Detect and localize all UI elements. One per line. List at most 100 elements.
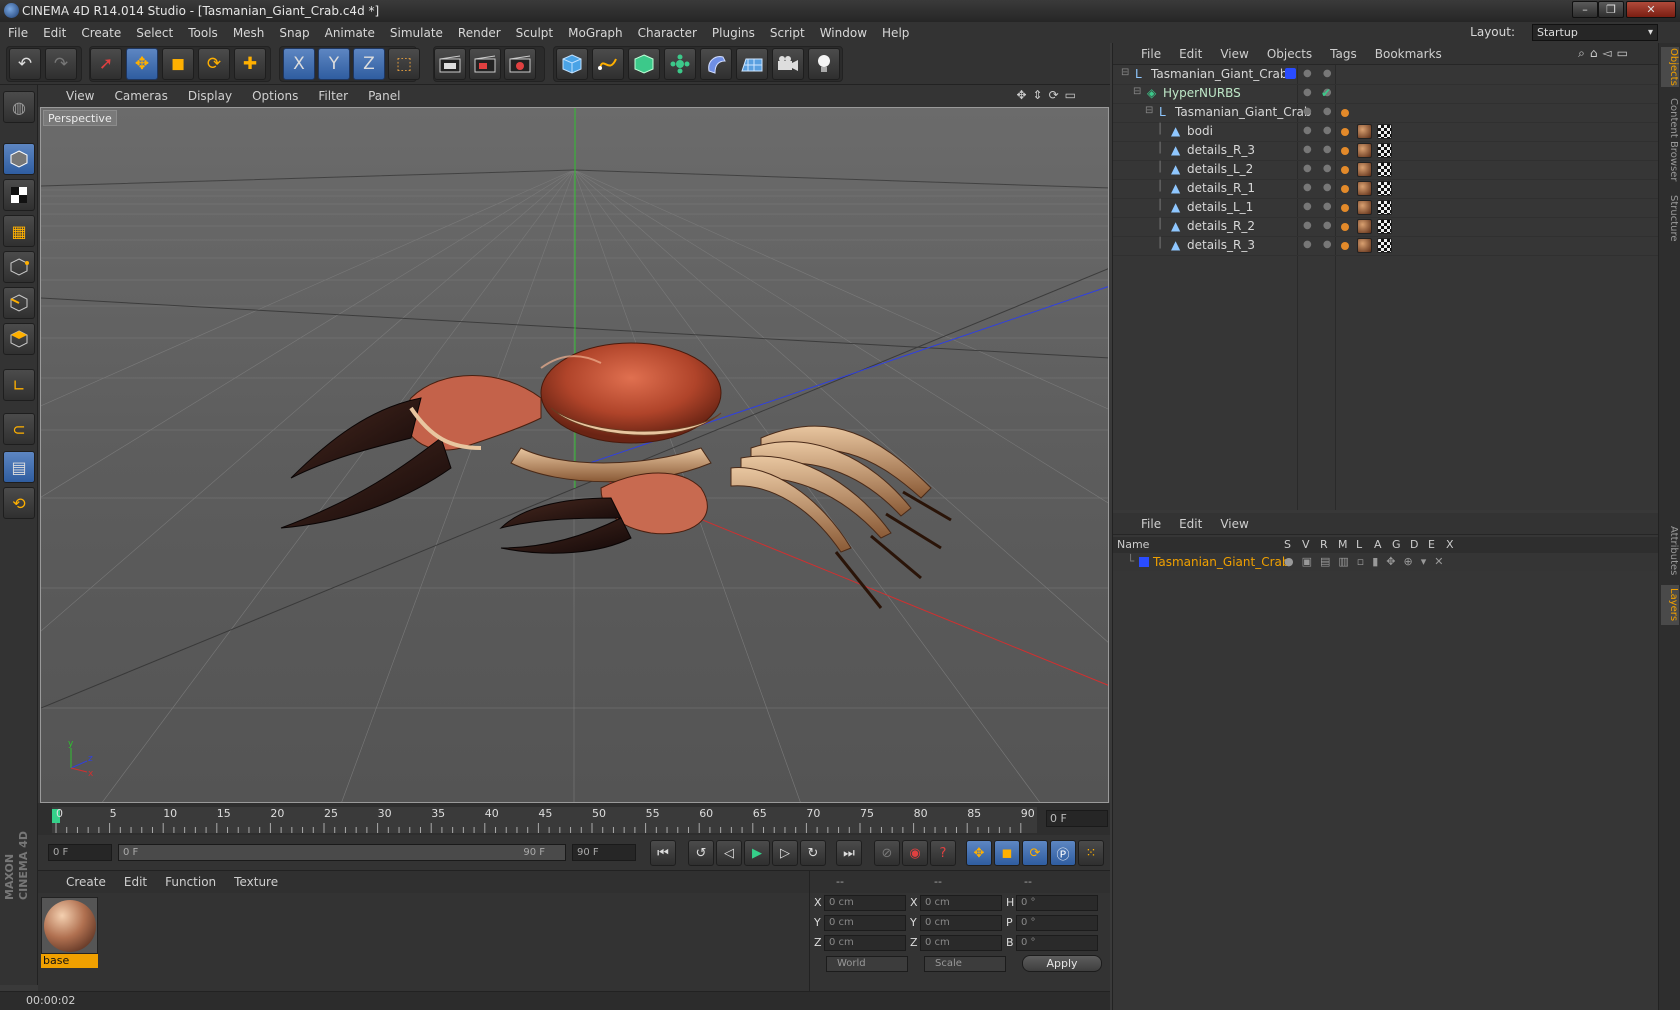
uvw-tag-icon[interactable] [1377,124,1392,139]
cube-primitive-icon[interactable] [556,48,588,80]
select-tool-button[interactable]: ➚ [90,48,122,80]
menu-script[interactable]: Script [770,26,805,40]
locked-workplane-icon[interactable]: ⟲ [3,487,35,519]
side-tab-structure[interactable]: Structure [1661,193,1679,243]
layout-dropdown[interactable]: Startup [1532,24,1658,41]
phong-tag-icon[interactable] [1341,242,1349,250]
menu-simulate[interactable]: Simulate [390,26,443,40]
nurbs-icon[interactable] [628,48,660,80]
visibility-dots[interactable]: ● ● [1303,68,1336,79]
visibility-dots[interactable]: ● ● [1303,201,1336,212]
side-tab-objects[interactable]: Objects [1661,47,1679,87]
floor-environment-icon[interactable] [736,48,768,80]
layer-color-swatch[interactable] [1139,557,1149,567]
material-menu-edit[interactable]: Edit [124,875,147,889]
edges-mode-icon[interactable] [3,287,35,319]
key-parameter-icon[interactable]: Ⓟ [1050,840,1076,866]
menu-mograph[interactable]: MoGraph [568,26,623,40]
layers-menu-edit[interactable]: Edit [1179,517,1202,531]
uvw-tag-icon[interactable] [1377,162,1392,177]
object-tree-row[interactable]: │ ▲ details_R_1 ● ● [1113,179,1659,199]
object-name[interactable]: details_R_3 [1187,238,1255,252]
object-name[interactable]: details_L_2 [1187,162,1253,176]
layers-menu-file[interactable]: File [1141,517,1161,531]
coordinate-mode-dropdown[interactable]: Scale [924,956,1006,972]
next-key-icon[interactable]: ↻ [800,840,826,866]
object-name[interactable]: details_R_2 [1187,219,1255,233]
visibility-dots[interactable]: ● ● [1303,163,1336,174]
object-tree-row[interactable]: ⊟ ◈ HyperNURBS ● ● ✔ [1113,84,1659,104]
object-name[interactable]: Tasmanian_Giant_Crab [1175,105,1311,119]
uvw-tag-icon[interactable] [1377,219,1392,234]
move-tool-button[interactable]: ✥ [126,48,158,80]
menu-sculpt[interactable]: Sculpt [516,26,553,40]
viewport-menu-cameras[interactable]: Cameras [114,89,167,103]
autokey-icon[interactable]: ? [930,840,956,866]
scale-tool-button[interactable]: ◼ [162,48,194,80]
menu-create[interactable]: Create [81,26,121,40]
layer-row[interactable]: └ Tasmanian_Giant_Crab ●▣▤▥▫▮✥⊕▾✕ [1113,553,1659,571]
object-tree-row[interactable]: ⊟ L Tasmanian_Giant_Crab ● ● [1113,65,1659,85]
rot-p-field[interactable]: 0 ° [1016,915,1098,931]
polygons-mode-icon[interactable] [3,323,35,355]
layer-name[interactable]: Tasmanian_Giant_Crab [1153,555,1289,569]
phong-tag-icon[interactable] [1341,109,1349,117]
material-menu-create[interactable]: Create [66,875,106,889]
pos-x-field[interactable]: 0 cm [824,895,906,911]
camera-icon[interactable] [772,48,804,80]
timeline-track[interactable]: 0 5 10 15 20 25 30 35 40 45 50 55 60 65 70 75 80 85 90 [52,807,1037,833]
material-name[interactable]: base [41,954,98,968]
phong-tag-icon[interactable] [1341,147,1349,155]
record-disabled-icon[interactable]: ⊘ [874,840,900,866]
menu-help[interactable]: Help [882,26,909,40]
uvw-tag-icon[interactable] [1377,200,1392,215]
rot-b-field[interactable]: 0 ° [1016,935,1098,951]
next-frame-icon[interactable]: ▷ [772,840,798,866]
object-name[interactable]: Tasmanian_Giant_Crab [1151,67,1287,81]
menu-snap[interactable]: Snap [279,26,309,40]
material-tag-icon[interactable] [1357,124,1372,139]
object-tree-row[interactable]: │ ▲ details_R_2 ● ● [1113,217,1659,237]
z-axis-lock-button[interactable]: Z [353,48,385,80]
axis-mode-icon[interactable]: ∟ [3,369,35,401]
collapse-toggle-icon[interactable]: ⊟ [1121,67,1129,78]
visibility-dots[interactable]: ● ● [1303,144,1336,155]
make-editable-icon[interactable]: ◍ [3,91,35,123]
side-tab-layers[interactable]: Layers [1661,585,1679,625]
y-axis-lock-button[interactable]: Y [318,48,350,80]
material-menu-function[interactable]: Function [165,875,216,889]
material-menu-texture[interactable]: Texture [234,875,278,889]
objects-menu-edit[interactable]: Edit [1179,47,1202,61]
uvw-tag-icon[interactable] [1377,143,1392,158]
uvw-tag-icon[interactable] [1377,238,1392,253]
object-tree-row[interactable]: │ ▲ details_R_3 ● ● [1113,141,1659,161]
live-selection-button[interactable]: ✚ [234,48,266,80]
apply-button[interactable]: Apply [1022,955,1102,972]
previous-frame-icon[interactable]: ◁ [716,840,742,866]
menu-mesh[interactable]: Mesh [233,26,265,40]
close-button[interactable]: ✕ [1626,1,1676,18]
viewport-menu-options[interactable]: Options [252,89,298,103]
deformer-icon[interactable] [700,48,732,80]
render-region-icon[interactable] [469,48,501,80]
objects-menu-file[interactable]: File [1141,47,1161,61]
material-thumbnail[interactable] [41,897,98,954]
visibility-dots[interactable]: ● ● [1303,106,1336,117]
object-tree-row[interactable]: │ ▲ details_L_1 ● ● [1113,198,1659,218]
object-name[interactable]: details_L_1 [1187,200,1253,214]
coordinate-system-button[interactable]: ⬚ [388,48,420,80]
rot-h-field[interactable]: 0 ° [1016,895,1098,911]
light-bulb-icon[interactable] [808,48,840,80]
side-tab-attributes[interactable]: Attributes [1661,523,1679,578]
snap-magnet-icon[interactable]: ⊂ [3,413,35,445]
material-tag-icon[interactable] [1357,162,1372,177]
perspective-viewport[interactable]: y z x Perspective [40,107,1109,803]
play-icon[interactable]: ▶ [744,840,770,866]
object-name[interactable]: details_R_3 [1187,143,1255,157]
pos-z-field[interactable]: 0 cm [824,935,906,951]
viewport-menu-panel[interactable]: Panel [368,89,400,103]
viewport-menu-view[interactable]: View [66,89,94,103]
menu-animate[interactable]: Animate [325,26,375,40]
go-to-end-icon[interactable]: ⏭ [836,840,862,866]
restore-button[interactable]: ❐ [1598,1,1624,18]
